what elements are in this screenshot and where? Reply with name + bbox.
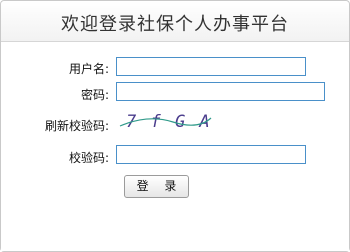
- username-label: 用户名:: [68, 62, 109, 76]
- password-input[interactable]: [116, 82, 325, 101]
- login-panel: 欢迎登录社保个人办事平台 用户名: 密码: 刷新校验码: 7 f G A 校验码…: [0, 0, 350, 252]
- username-input[interactable]: [116, 57, 306, 76]
- captcha-text: 7 f G A: [126, 112, 212, 132]
- password-label: 密码:: [80, 88, 109, 102]
- panel-header: 欢迎登录社保个人办事平台: [1, 1, 349, 42]
- refresh-captcha-label[interactable]: 刷新校验码:: [45, 117, 109, 134]
- login-button[interactable]: 登 录: [124, 175, 189, 198]
- captcha-image[interactable]: 7 f G A: [118, 110, 213, 134]
- captcha-graphic: 7 f G A: [119, 112, 212, 132]
- page-title: 欢迎登录社保个人办事平台: [61, 14, 289, 35]
- verify-code-input[interactable]: [116, 145, 306, 164]
- verify-code-label: 校验码:: [68, 151, 109, 165]
